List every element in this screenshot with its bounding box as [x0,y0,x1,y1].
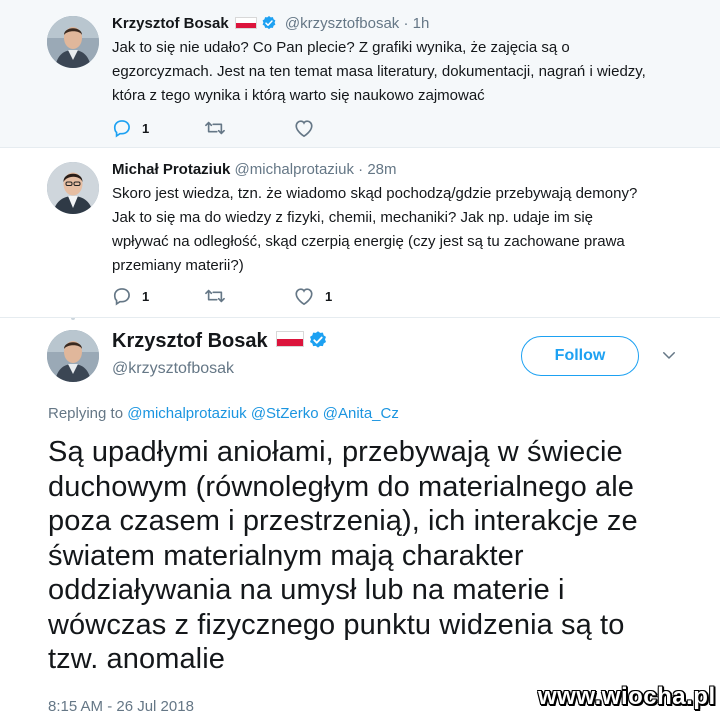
author-handle[interactable]: @krzysztofbosak [112,360,234,378]
tweet-header: Michał Protaziuk @michalprotaziuk · 28m [112,161,397,178]
tweet-text-line: tzw. anomalie [48,643,225,675]
tweet-time[interactable]: 28m [367,161,396,178]
retweet-button[interactable] [204,285,226,307]
replying-to-line: Replying to @michalprotaziuk @StZerko @A… [48,405,399,422]
avatar[interactable] [47,16,99,68]
main-author-name-row: Krzysztof Bosak [112,330,328,353]
thread-tweet[interactable]: Krzysztof Bosak @krzysztofbosak · 1h Jak… [0,0,720,148]
mention-link[interactable]: @StZerko [251,405,319,422]
tweet-text-line: oddziaływania na umysł lub na materie i [48,574,565,606]
tweet-text-line: światem materialnym mają charakter [48,539,524,572]
tweet-text-line: Są upadłymi aniołami, przebywają w świec… [48,436,623,468]
like-button[interactable]: 1 [293,285,332,307]
verified-badge-icon [309,331,326,348]
tweet-text: Jak to się nie udało? Co Pan plecie? Z g… [112,36,702,108]
verified-badge-icon [262,16,276,30]
mention-link[interactable]: @michalprotaziuk [127,405,246,422]
tweet-time[interactable]: 1h [413,15,430,32]
poland-flag-icon [275,331,304,347]
retweet-icon [205,121,225,135]
heart-icon [295,120,313,138]
tweet-text-line: Jak to się ma do wiedzy z fizyki, chemii… [112,209,594,226]
retweet-icon [205,289,225,303]
tweet-text-line: egzorcyzmach. Jest na ten temat masa lit… [112,63,646,80]
retweet-button[interactable] [204,117,226,139]
reply-icon [113,288,130,306]
author-handle[interactable]: @michalprotaziuk [235,161,354,178]
reply-button[interactable]: 1 [112,285,149,307]
tweet-text-line: duchowym (równoległym do materialnego al… [48,470,634,503]
tweet-text-line: wówczas z fizycznego punktu widzenia są … [48,608,625,641]
thread-tweet[interactable]: Michał Protaziuk @michalprotaziuk · 28m … [0,148,720,318]
author-name[interactable]: Krzysztof Bosak [112,15,229,32]
like-button[interactable] [293,117,315,139]
like-count: 1 [325,288,333,304]
tweet-text-line: wpływać na odległość, skąd czerpią energ… [112,233,625,250]
tweet-text-line: Jak to się nie udało? Co Pan plecie? Z g… [112,39,570,56]
reply-button[interactable]: 1 [112,117,149,139]
reply-count: 1 [142,288,150,304]
tweet-text: Skoro jest wiedza, tzn. że wiadomo skąd … [112,182,702,278]
author-name[interactable]: Krzysztof Bosak [112,330,268,352]
separator-dot: · [358,161,364,178]
tweet-text-line: poza czasem i przestrzenią), ich interak… [48,505,638,537]
main-tweet-text: Są upadłymi aniołami, przebywają w świec… [48,435,708,677]
poland-flag-icon [234,17,257,29]
mention-link[interactable]: @Anita_Cz [323,405,399,422]
tweet-text-line: przemiany materii?) [112,257,244,274]
follow-button[interactable]: Follow [521,336,639,376]
chevron-down-icon[interactable] [660,346,678,364]
avatar[interactable] [47,162,99,214]
separator-dot: · [403,15,409,32]
avatar[interactable] [47,330,99,382]
watermark: www.wiocha.pl [538,683,716,710]
tweet-header: Krzysztof Bosak @krzysztofbosak · 1h [112,15,429,32]
author-name[interactable]: Michał Protaziuk [112,161,230,178]
tweet-text-line: Skoro jest wiedza, tzn. że wiadomo skąd … [112,185,638,202]
replying-to-label: Replying to [48,405,124,422]
tweet-text-line: która z tego wynika i którą warto się na… [112,87,485,104]
author-handle[interactable]: @krzysztofbosak [285,15,399,32]
tweet-timestamp[interactable]: 8:15 AM - 26 Jul 2018 [48,698,194,715]
reply-icon [113,120,130,138]
reply-count: 1 [142,120,150,136]
heart-icon [295,288,313,306]
